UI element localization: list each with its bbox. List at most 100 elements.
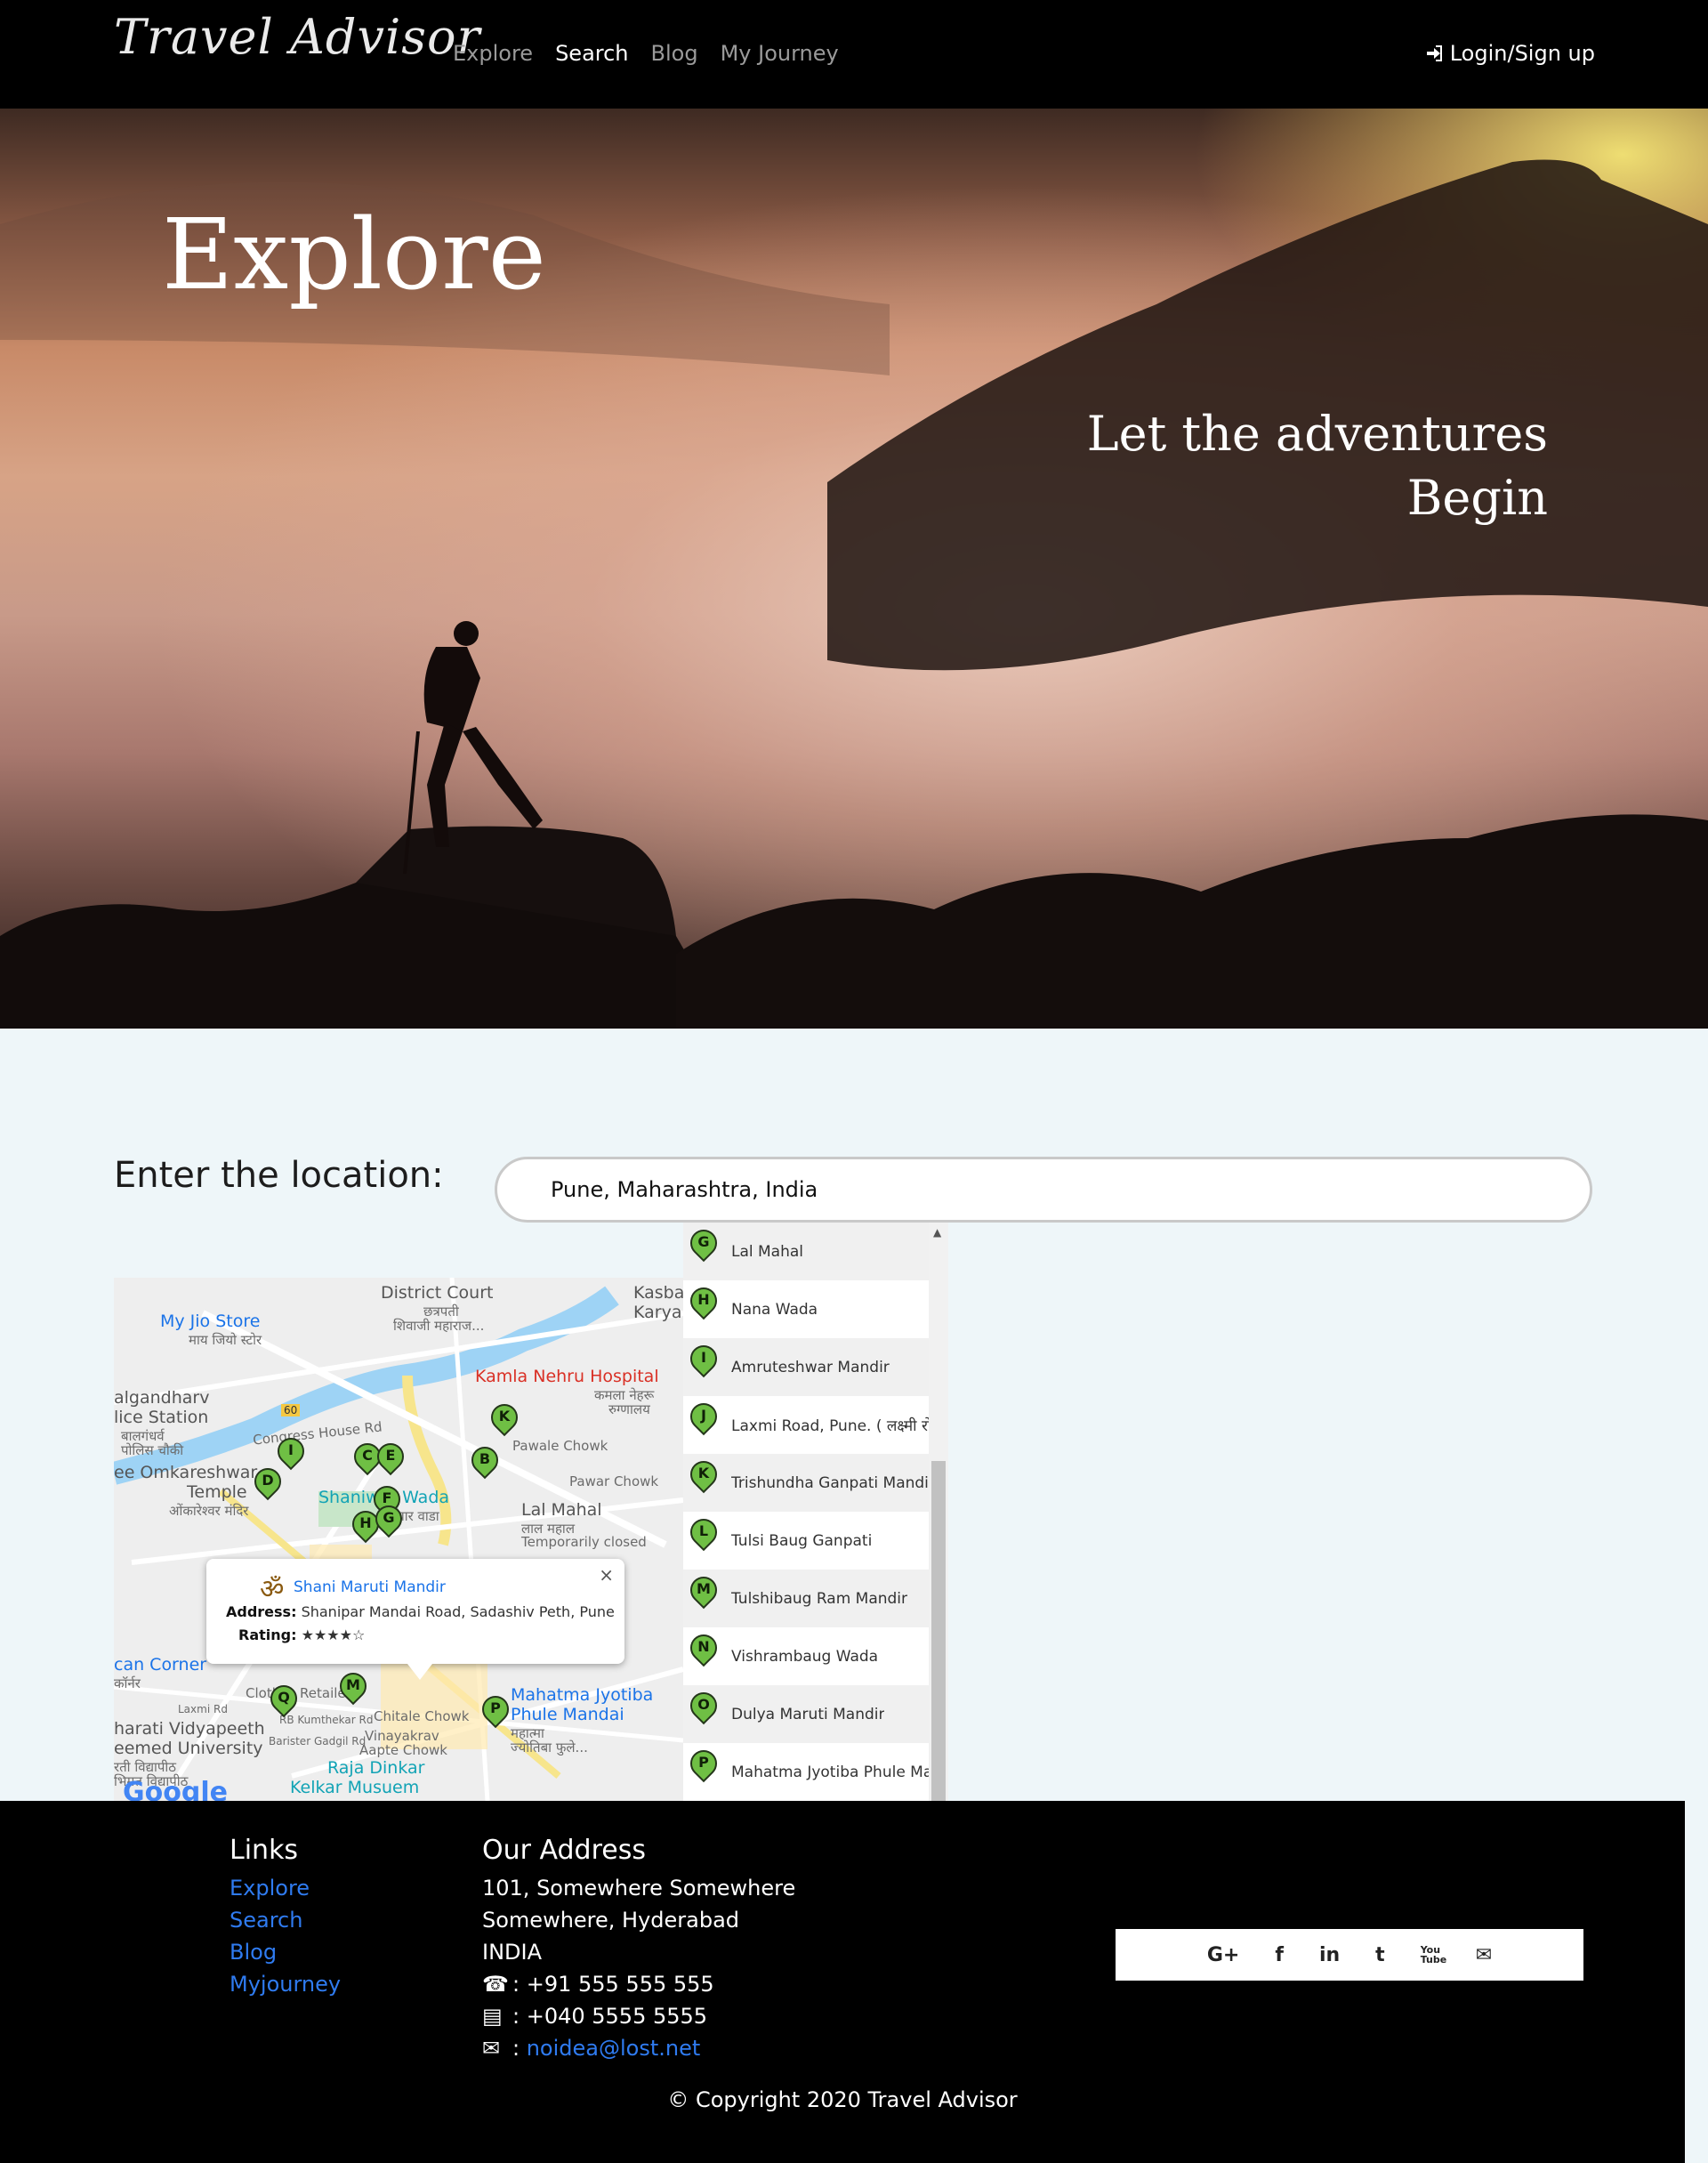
- footer-link-blog[interactable]: Blog: [230, 1936, 341, 1968]
- place-marker: I: [684, 1339, 723, 1383]
- footer-link-search[interactable]: Search: [230, 1904, 341, 1936]
- scroll-up-arrow-icon[interactable]: ▲: [933, 1226, 941, 1239]
- address-line-1: 101, Somewhere Somewhere: [482, 1876, 796, 1901]
- place-item[interactable]: J Laxmi Road, Pune. ( लक्ष्मी रोड: [683, 1396, 929, 1454]
- place-item[interactable]: K Trishundha Ganpati Mandir: [683, 1454, 929, 1512]
- place-name: Dulya Maruti Mandir: [731, 1705, 885, 1723]
- map-label-raja-dinkar[interactable]: Raja Dinkar: [327, 1758, 424, 1778]
- map-label-corner-sub: कॉर्नर: [114, 1675, 141, 1691]
- twitter-icon[interactable]: t: [1375, 1944, 1385, 1966]
- map-label-jio-store-sub: माय जियो स्टोर: [189, 1332, 262, 1348]
- map-road-shield-60: 60: [281, 1404, 301, 1416]
- place-marker: J: [684, 1397, 723, 1441]
- place-item[interactable]: H Nana Wada: [683, 1280, 929, 1338]
- place-marker: K: [684, 1455, 723, 1498]
- place-name: Tulshibaug Ram Mandir: [731, 1589, 908, 1608]
- map-label-baristar-rd: Barister Gadgil Rd: [269, 1735, 367, 1747]
- places-list[interactable]: G Lal Mahal H Nana Wada I Amruteshwar Ma…: [683, 1223, 948, 1801]
- google-plus-icon[interactable]: G+: [1207, 1944, 1240, 1966]
- map-label-mahatma-sub-2: ज्योतिबा फुले...: [511, 1739, 588, 1755]
- hero-subtitle: Let the adventures Begin: [1014, 402, 1548, 530]
- map-marker-q[interactable]: Q: [264, 1679, 303, 1723]
- info-address-label: Address:: [226, 1603, 297, 1620]
- fax-line: ▤ : +040 5555 5555: [482, 2000, 795, 2032]
- email-line: ✉ : noidea@lost.net: [482, 2032, 795, 2064]
- map-label-kasba: Kasba: [633, 1283, 683, 1303]
- map-label-police: lice Station: [114, 1408, 209, 1427]
- map-label-shivaji: शिवाजी महाराज...: [393, 1318, 485, 1334]
- google-logo: Google: [123, 1777, 228, 1801]
- phone-line: ☎ : +91 555 555 555: [482, 1968, 795, 2000]
- footer-link-explore[interactable]: Explore: [230, 1872, 341, 1904]
- map-marker-b[interactable]: B: [465, 1441, 504, 1484]
- sign-in-icon: [1426, 45, 1442, 61]
- scrollbar-thumb[interactable]: [931, 1461, 946, 1801]
- social-bar: G+ f in t You Tube ✉: [1116, 1929, 1583, 1981]
- place-name: Mahatma Jyotiba Phule Mandai: [731, 1763, 929, 1781]
- google-map[interactable]: District Court छत्रपती शिवाजी महाराज... …: [114, 1278, 683, 1801]
- place-item[interactable]: M Tulshibaug Ram Mandir: [683, 1570, 929, 1627]
- info-close-icon[interactable]: ×: [599, 1564, 614, 1586]
- place-item[interactable]: P Mahatma Jyotiba Phule Mandai: [683, 1743, 929, 1801]
- info-address-row: Address: Shanipar Mandai Road, Sadashiv …: [226, 1603, 615, 1620]
- footer-address: 101, Somewhere Somewhere Somewhere, Hyde…: [482, 1872, 795, 2064]
- hero-subtitle-line-1: Let the adventures: [1086, 406, 1548, 462]
- map-label-jio-store[interactable]: My Jio Store: [160, 1312, 260, 1331]
- footer-link-myjourney[interactable]: Myjourney: [230, 1968, 341, 2000]
- place-name: Tulsi Baug Ganpati: [731, 1531, 873, 1550]
- map-label-temporarily-closed: Temporarily closed: [521, 1534, 647, 1550]
- map-label-corner: can Corner: [114, 1655, 207, 1675]
- place-item[interactable]: G Lal Mahal: [683, 1223, 929, 1280]
- email-icon[interactable]: ✉: [1476, 1944, 1492, 1966]
- map-marker-g[interactable]: G: [369, 1499, 408, 1543]
- map-marker-m[interactable]: M: [334, 1667, 373, 1710]
- nav-my-journey[interactable]: My Journey: [721, 41, 839, 66]
- map-label-omkareshwar: ee Omkareshwar: [114, 1463, 258, 1482]
- location-label: Enter the location:: [114, 1155, 444, 1196]
- map-label-mahatma-jyotiba[interactable]: Mahatma Jyotiba: [511, 1685, 653, 1705]
- map-marker-e[interactable]: E: [371, 1437, 410, 1481]
- map-label-temple: Temple: [187, 1482, 247, 1502]
- hero-subtitle-line-2: Begin: [1406, 470, 1548, 526]
- place-marker: G: [684, 1223, 723, 1267]
- place-item[interactable]: O Dulya Maruti Mandir: [683, 1685, 929, 1743]
- map-marker-p[interactable]: P: [476, 1690, 515, 1733]
- phone-icon: ☎: [482, 1972, 509, 1997]
- info-place-name[interactable]: Shani Maruti Mandir: [294, 1578, 446, 1596]
- youtube-icon[interactable]: You Tube: [1421, 1945, 1446, 1965]
- map-label-temple-sub: ओंकारेश्वर मंदिर: [169, 1503, 249, 1519]
- footer-links-heading: Links: [230, 1835, 299, 1866]
- login-button[interactable]: Login/Sign up: [1425, 41, 1595, 66]
- place-marker: N: [684, 1628, 723, 1672]
- map-marker-k[interactable]: K: [485, 1398, 524, 1441]
- email-link[interactable]: noidea@lost.net: [527, 2032, 701, 2064]
- fax-icon: ▤: [482, 2004, 503, 2029]
- place-marker: H: [684, 1281, 723, 1325]
- place-item[interactable]: I Amruteshwar Mandir: [683, 1338, 929, 1396]
- place-item[interactable]: L Tulsi Baug Ganpati: [683, 1512, 929, 1570]
- map-label-kamla-nehru[interactable]: Kamla Nehru Hospital: [475, 1367, 659, 1386]
- brand-logo[interactable]: Travel Advisor: [114, 9, 480, 65]
- map-label-pawar-chowk: Pawar Chowk: [569, 1473, 659, 1489]
- info-address: Shanipar Mandai Road, Sadashiv Peth, Pun…: [301, 1603, 615, 1620]
- map-marker-d[interactable]: D: [248, 1462, 287, 1505]
- place-item[interactable]: N Vishrambaug Wada: [683, 1627, 929, 1685]
- nav-blog[interactable]: Blog: [651, 41, 698, 66]
- map-marker-i[interactable]: I: [271, 1432, 310, 1475]
- phone-number: : +91 555 555 555: [512, 1972, 714, 1997]
- address-line-3: INDIA: [482, 1940, 543, 1965]
- nav-explore[interactable]: Explore: [453, 41, 533, 66]
- nav-search[interactable]: Search: [555, 41, 628, 66]
- info-rating-label: Rating:: [238, 1626, 297, 1643]
- map-label-phule-mandai[interactable]: Phule Mandai: [511, 1705, 624, 1724]
- location-search-input[interactable]: [495, 1157, 1592, 1223]
- facebook-icon[interactable]: f: [1275, 1944, 1284, 1966]
- hero-banner: Explore Let the adventures Begin: [0, 109, 1708, 1029]
- map-label-kelkar-museum[interactable]: Kelkar Musuem: [290, 1778, 419, 1797]
- places-scrollbar[interactable]: ▲: [929, 1223, 948, 1801]
- map-label-kamla-sub-2: रुग्णालय: [608, 1401, 650, 1417]
- footer-links: Explore Search Blog Myjourney: [230, 1872, 341, 2000]
- map-label-pawale-chowk: Pawale Chowk: [512, 1438, 608, 1454]
- place-marker: M: [684, 1570, 723, 1614]
- linkedin-icon[interactable]: in: [1319, 1944, 1340, 1966]
